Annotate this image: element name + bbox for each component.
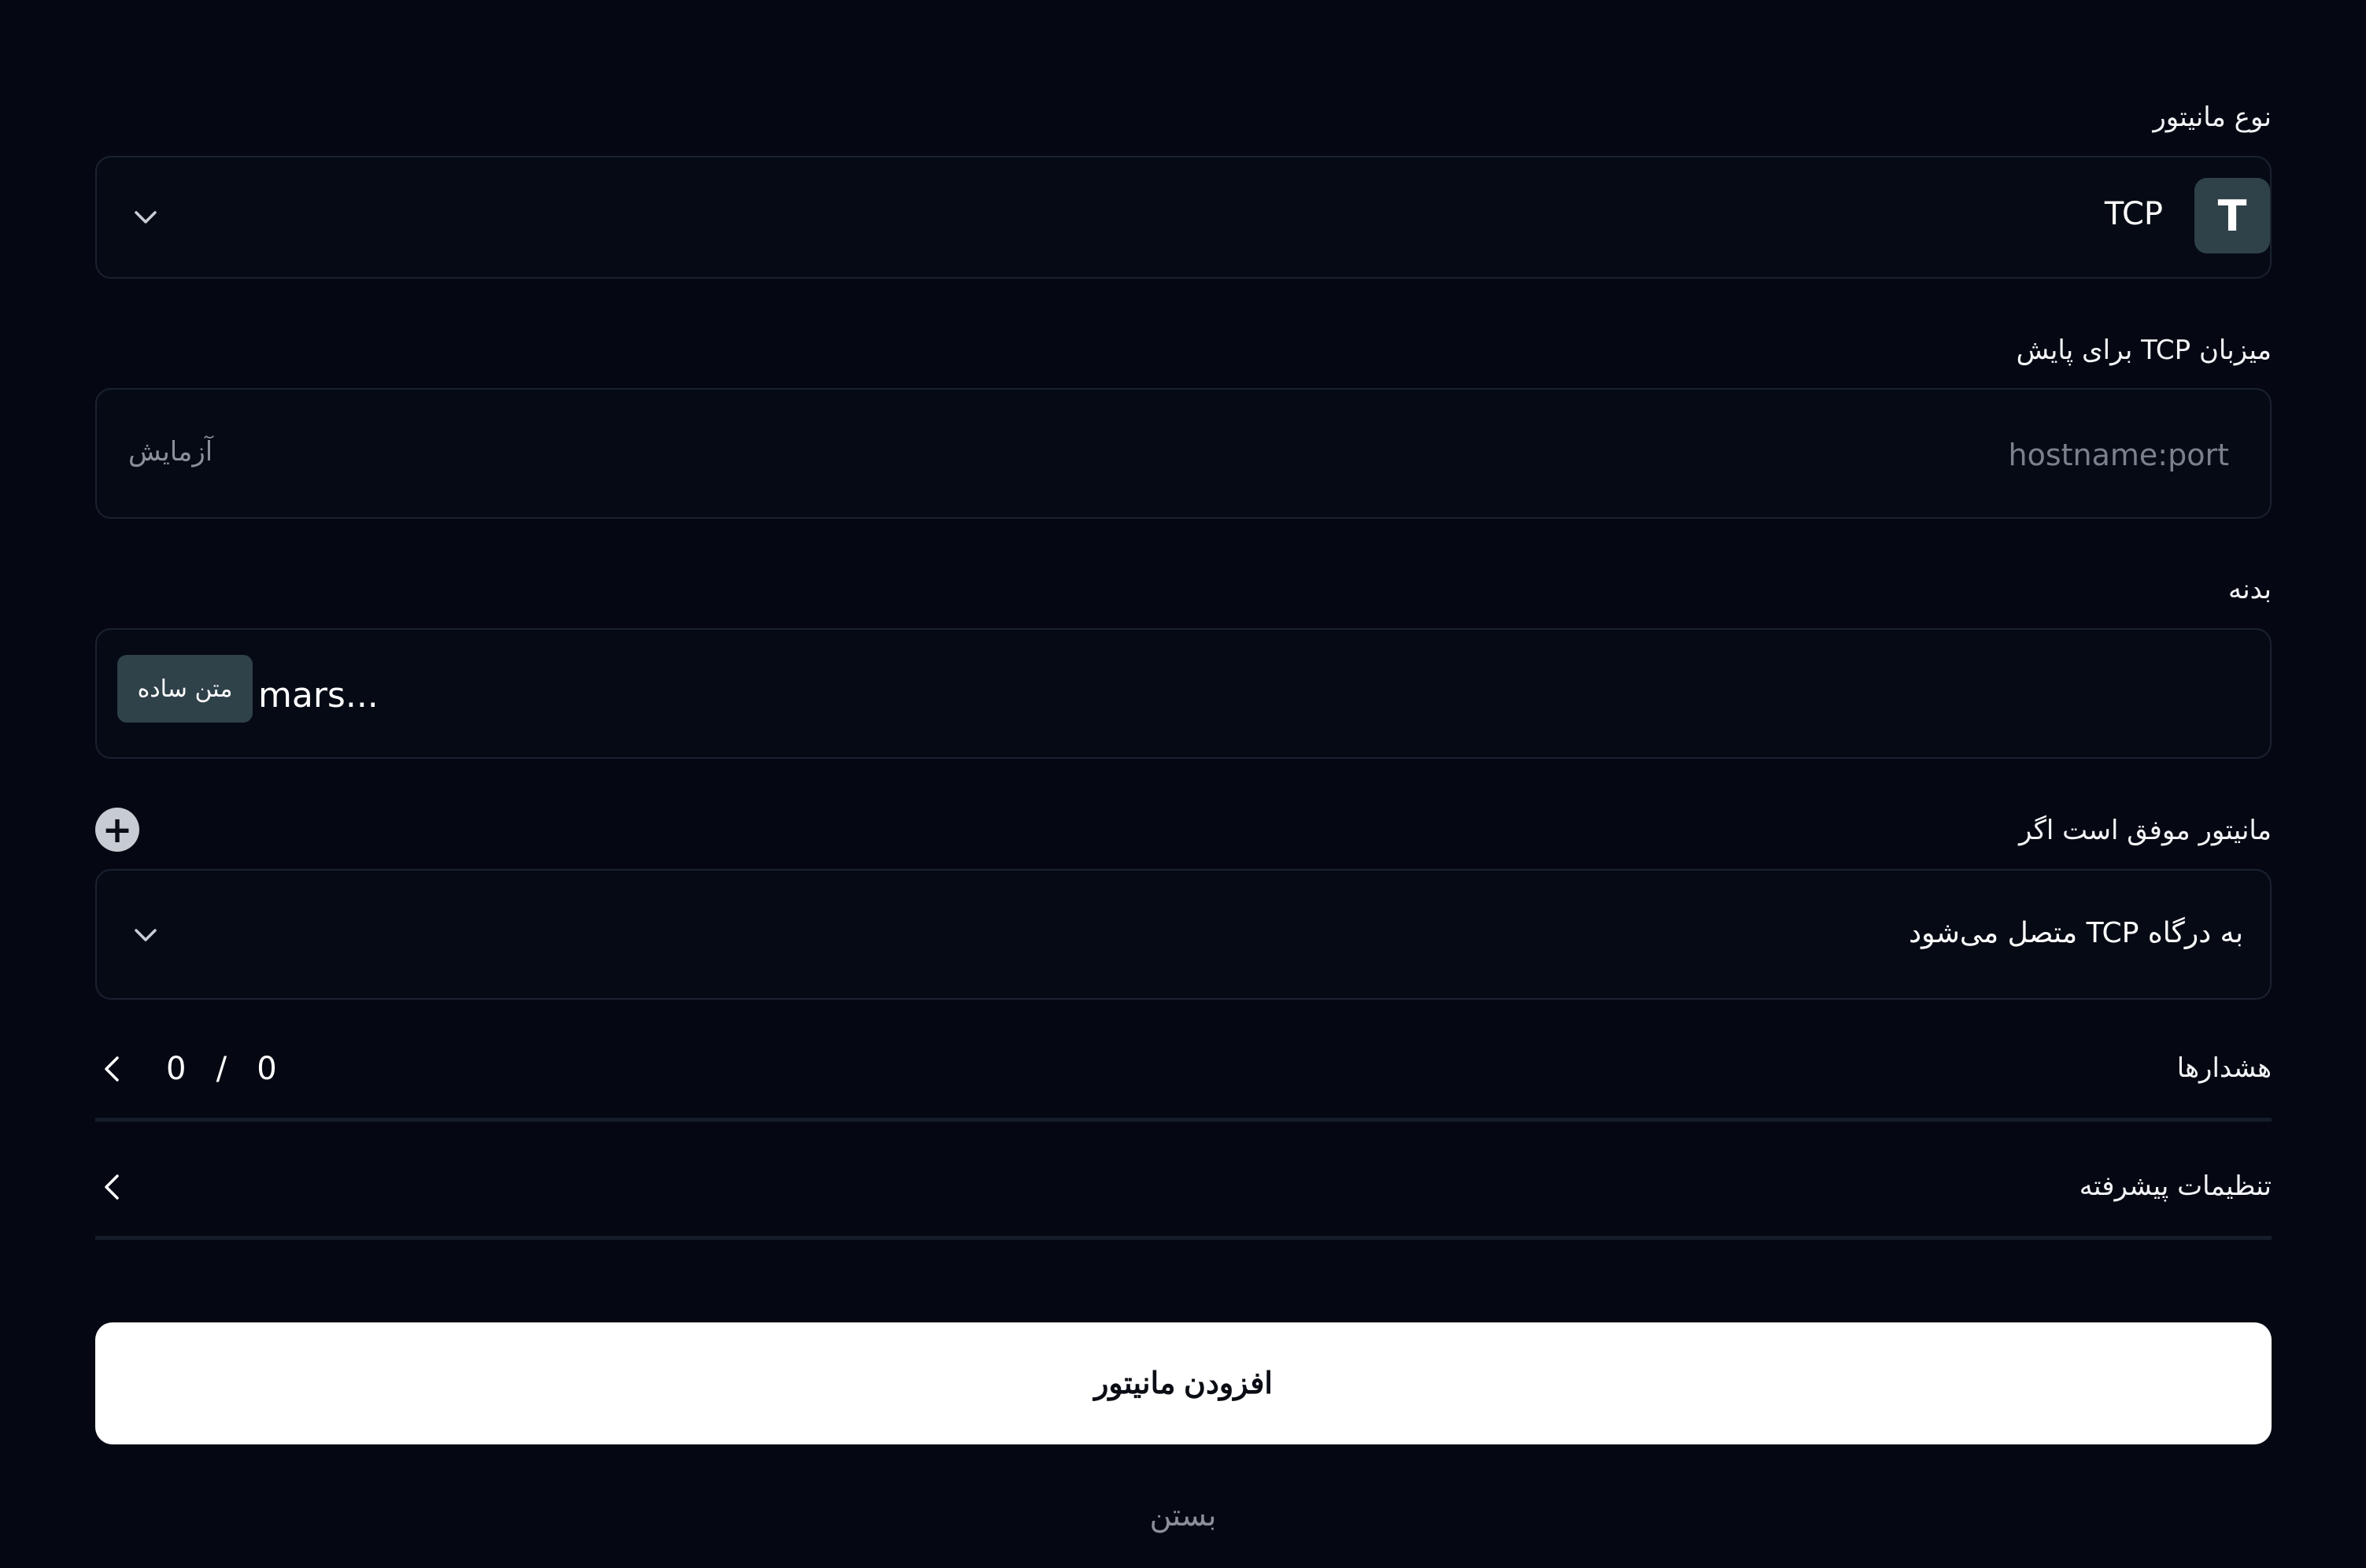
host-field: آزمایش [95,388,2272,519]
body-value: mars... [258,675,379,716]
add-monitor-button[interactable]: افزودن مانیتور [95,1322,2272,1444]
monitor-type-value: TCP [2104,196,2163,232]
body-format-badge[interactable]: متن ساده [117,655,253,723]
chevron-down-icon [135,211,157,224]
success-condition-select[interactable]: به درگاه TCP متصل می‌شود [95,869,2272,1000]
alerts-separator: / [216,1051,227,1087]
close-button[interactable]: بستن [1104,1496,1262,1535]
alerts-label: هشدارها [2176,1052,2272,1084]
host-input[interactable] [496,431,2231,479]
advanced-settings-toggle[interactable]: تنظیمات پیشرفته [95,1141,2272,1240]
tcp-type-icon: T [2194,178,2270,253]
success-condition-value: به درگاه TCP متصل می‌شود [1909,917,2243,949]
chevron-down-icon [135,929,157,941]
chevron-left-icon [105,1174,119,1200]
add-monitor-form: نوع مانیتور T TCP میزبان TCP برای پایش آ… [0,0,2366,1568]
body-field[interactable]: متن ساده mars... [95,628,2272,759]
monitor-type-select[interactable]: T TCP [95,156,2272,279]
monitor-type-label: نوع مانیتور [2153,102,2272,133]
alerts-counter: 0 / 0 [166,1053,277,1085]
body-label: بدنه [2227,574,2272,605]
alerts-total: 0 [257,1051,277,1087]
host-suffix: آزمایش [128,436,213,468]
advanced-settings-label: تنظیمات پیشرفته [2079,1170,2272,1202]
alerts-section-toggle[interactable]: هشدارها 0 / 0 [95,1023,2272,1122]
add-condition-button[interactable]: + [95,808,139,852]
host-label: میزبان TCP برای پایش [2016,335,2272,366]
success-condition-label: مانیتور موفق است اگر [2018,815,2272,846]
chevron-left-icon [105,1056,119,1082]
alerts-count: 0 [166,1051,187,1087]
